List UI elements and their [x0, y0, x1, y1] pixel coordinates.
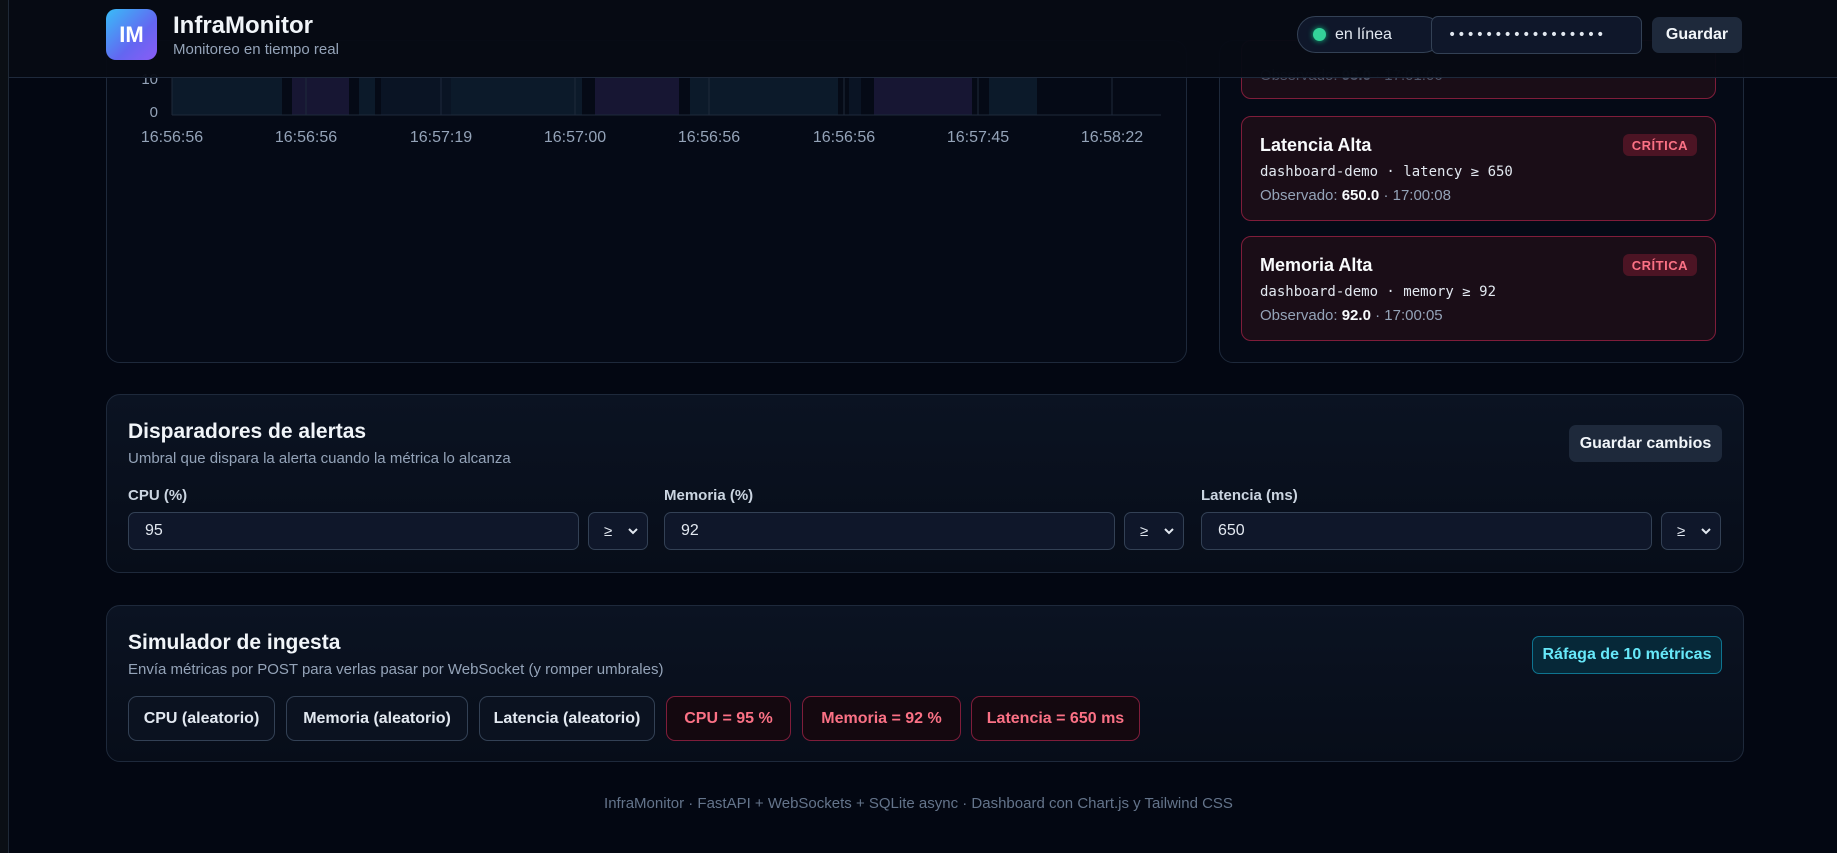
observed-value: 650.0	[1341, 187, 1380, 204]
app-header: IM InfraMonitor Monitoreo en tiempo real…	[9, 0, 1837, 78]
chart-bars	[172, 77, 1037, 115]
chart-x-tick-label: 16:56:56	[141, 129, 203, 146]
chevron-down-icon	[1701, 528, 1711, 535]
alert-item[interactable]: Memoria Alta CRÍTICA dashboard-demo · me…	[1241, 236, 1716, 341]
chart-bar	[292, 77, 349, 115]
latency-threshold-input[interactable]: 650	[1201, 512, 1652, 550]
chart-bar	[172, 77, 282, 115]
chart-x-tick-label: 16:57:19	[410, 129, 472, 146]
alert-observed: Observado: 92.0 · 17:00:05	[1260, 307, 1443, 324]
observed-label: Observado:	[1260, 187, 1338, 204]
severity-badge: CRÍTICA	[1622, 134, 1697, 156]
ingest-simulator-card: Simulador de ingesta Envía métricas por …	[106, 605, 1744, 762]
app-logo: IM	[106, 9, 157, 60]
chart-bar	[690, 77, 838, 115]
burst-button[interactable]: Ráfaga de 10 métricas	[1532, 636, 1722, 674]
alert-rule: dashboard-demo · memory ≥ 92	[1260, 284, 1497, 300]
observed-time: · 17:00:08	[1383, 187, 1451, 204]
observed-value: 92.0	[1341, 307, 1371, 324]
cpu-operator-select[interactable]: ≥	[588, 512, 648, 550]
memory-threshold-button[interactable]: Memoria = 92 %	[802, 696, 961, 741]
api-token-input[interactable]: •••••••••••••••••	[1431, 16, 1642, 54]
latency-threshold-label: Latencia (ms)	[1201, 487, 1298, 504]
save-changes-button[interactable]: Guardar cambios	[1569, 425, 1722, 462]
chart-x-tick-label: 16:56:56	[275, 129, 337, 146]
latency-threshold-button[interactable]: Latencia = 650 ms	[971, 696, 1140, 741]
chart-x-tick-label: 16:57:45	[947, 129, 1009, 146]
app-subtitle: Monitoreo en tiempo real	[173, 41, 339, 58]
chart-bar	[989, 77, 1037, 115]
chart-bar	[451, 77, 582, 115]
alert-rule: dashboard-demo · latency ≥ 650	[1260, 164, 1513, 180]
chart-bar	[849, 77, 861, 115]
app-title: InfraMonitor	[173, 12, 313, 39]
alert-title: Memoria Alta	[1260, 255, 1373, 275]
memory-random-button[interactable]: Memoria (aleatorio)	[286, 696, 468, 741]
latency-operator-select[interactable]: ≥	[1661, 512, 1721, 550]
chart-bar	[359, 77, 375, 115]
memory-operator-select[interactable]: ≥	[1124, 512, 1184, 550]
chart-x-tick-label: 16:57:00	[544, 129, 606, 146]
memory-threshold-input[interactable]: 92	[664, 512, 1115, 550]
chevron-down-icon	[1164, 528, 1174, 535]
cpu-threshold-input[interactable]: 95	[128, 512, 579, 550]
alert-title: Latencia Alta	[1260, 135, 1372, 155]
observed-label: Observado:	[1260, 307, 1338, 324]
alert-item[interactable]: Latencia Alta CRÍTICA dashboard-demo · l…	[1241, 116, 1716, 221]
severity-badge: CRÍTICA	[1622, 254, 1697, 276]
section-subtitle: Envía métricas por POST para verlas pasa…	[128, 661, 664, 678]
status-label: en línea	[1335, 25, 1392, 43]
alert-observed: Observado: 650.0 · 17:00:08	[1260, 187, 1451, 204]
latency-random-button[interactable]: Latencia (aleatorio)	[479, 696, 655, 741]
save-token-button[interactable]: Guardar	[1652, 17, 1742, 53]
observed-time: · 17:00:05	[1375, 307, 1443, 324]
connection-status: en línea	[1297, 16, 1442, 53]
operator-value: ≥	[604, 522, 613, 540]
chart-bar	[874, 77, 972, 115]
chart-y-tick-label: 0	[150, 104, 158, 121]
cpu-threshold-button[interactable]: CPU = 95 %	[666, 696, 791, 741]
section-subtitle: Umbral que dispara la alerta cuando la m…	[128, 450, 511, 467]
section-title: Disparadores de alertas	[128, 420, 367, 443]
chart-x-tick-label: 16:56:56	[678, 129, 740, 146]
chevron-down-icon	[628, 528, 638, 535]
memory-threshold-label: Memoria (%)	[664, 487, 754, 504]
operator-value: ≥	[1677, 522, 1686, 540]
section-title: Simulador de ingesta	[128, 631, 341, 654]
chart-x-tick-label: 16:56:56	[813, 129, 875, 146]
window-edge	[0, 0, 9, 853]
chart-x-tick-label: 16:58:22	[1081, 129, 1143, 146]
chart-bar	[595, 77, 679, 115]
status-dot-icon	[1313, 28, 1326, 41]
alert-triggers-card: Disparadores de alertas Umbral que dispa…	[106, 394, 1744, 573]
cpu-random-button[interactable]: CPU (aleatorio)	[128, 696, 275, 741]
page-footer: InfraMonitor · FastAPI + WebSockets + SQ…	[604, 795, 1233, 812]
operator-value: ≥	[1140, 522, 1149, 540]
cpu-threshold-label: CPU (%)	[128, 487, 188, 504]
